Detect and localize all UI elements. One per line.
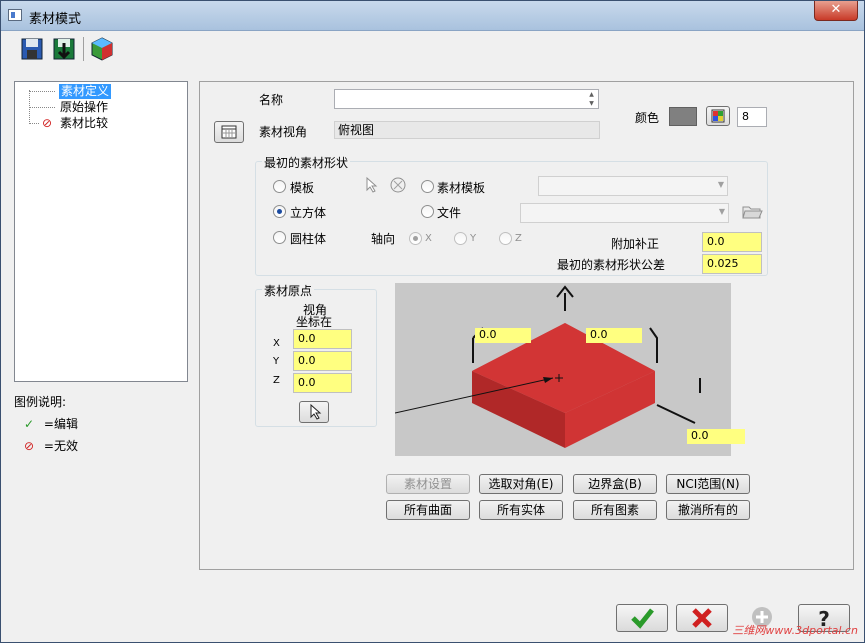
select-corners-button[interactable]: 选取对角(E) [479,474,563,494]
stock-setup-window: 素材模式 ✕ 素材定义 原始操作 ⊘ 素材比较 图例说明: ✓ =编辑 ⊘ =无… [0,0,865,643]
radio-axis-x[interactable] [409,232,422,245]
stock-setup-button[interactable]: 素材设置 [386,474,470,494]
extra-offset-field[interactable]: 0.0 [702,232,762,252]
window-icon [8,9,22,21]
palette-icon [711,109,725,123]
all-entities-button[interactable]: 所有图素 [573,500,657,520]
preview-field-y[interactable]: 0.0 [586,328,642,343]
calendar-grid-icon [221,125,237,139]
name-spinner[interactable]: ▲ ▼ [585,90,598,108]
tree-line [29,107,55,108]
name-field[interactable] [334,89,599,109]
unselect-all-button[interactable]: 撤消所有的 [666,500,750,520]
toolbar-separator [83,37,84,61]
origin-x-field[interactable]: 0.0 [293,329,352,349]
pointer-icon [310,403,322,420]
stock-preview[interactable]: 0.0 0.0 0.0 [394,283,745,456]
pick-origin-button[interactable] [299,401,329,423]
stock-preview-graphic [394,285,701,448]
bounding-box-button[interactable]: 边界盒(B) [573,474,657,494]
ok-icon [631,608,654,629]
solid-select-icon[interactable] [389,176,407,194]
color-number-field[interactable]: 8 [737,107,767,127]
invalid-icon: ⊘ [24,439,35,453]
invalid-icon: ⊘ [42,116,53,130]
all-surfaces-button[interactable]: 所有曲面 [386,500,470,520]
window-title: 素材模式 [29,12,82,27]
legend: 图例说明: ✓ =编辑 ⊘ =无效 [14,393,78,454]
radio-axis-y[interactable] [454,232,467,245]
origin-y-label: Y [273,356,280,367]
axis-label: 轴向 [371,232,396,246]
view-label: 素材视角 [259,125,308,139]
tolerance-label: 最初的素材形状公差 [557,258,666,272]
axis-x-label: X [425,233,432,244]
ok-button[interactable] [616,604,668,632]
radio-stock-template[interactable] [421,180,434,193]
radio-template[interactable] [273,180,286,193]
radio-file[interactable] [421,205,434,218]
radio-cylinder[interactable] [273,231,286,244]
radio-block[interactable] [273,205,286,218]
preview-field-x[interactable]: 0.0 [475,328,531,343]
load-icon[interactable] [51,35,77,63]
watermark: 三维网www.3dportal.cn [732,624,858,637]
origin-z-field[interactable]: 0.0 [293,373,352,393]
initial-shape-title: 最初的素材形状 [262,154,351,171]
tree-item-stock-definition[interactable]: 素材定义 [57,83,113,100]
view-select-button[interactable] [214,121,244,143]
origin-z-label: Z [273,375,280,386]
stock-shape-icon[interactable] [89,35,115,63]
tree-item-stock-compare[interactable]: 素材比较 [60,116,108,131]
view-value: 俯视图 [334,121,600,139]
pointer-icon[interactable] [364,176,378,194]
stock-tree: 素材定义 原始操作 ⊘ 素材比较 [14,81,188,382]
cylinder-label: 圆柱体 [290,232,327,246]
radio-axis-z[interactable] [499,232,512,245]
save-icon[interactable] [19,35,45,63]
origin-coords-label: 坐标在 [296,315,333,329]
stock-origin-title: 素材原点 [262,282,315,299]
file-combo[interactable] [520,203,729,223]
block-label: 立方体 [290,206,327,220]
folder-open-icon[interactable] [741,203,763,221]
origin-x-label: X [273,338,280,349]
tree-line [29,91,55,92]
tree-item-original-operations[interactable]: 原始操作 [60,100,108,115]
axis-z-label: Z [515,233,522,244]
stock-template-label: 素材模板 [437,181,486,195]
color-picker-button[interactable] [706,106,730,126]
stock-template-combo[interactable] [538,176,728,196]
tree-line [29,123,39,124]
legend-title: 图例说明: [14,395,67,409]
template-label: 模板 [290,181,315,195]
legend-edit-label: =编辑 [43,417,78,431]
legend-invalid-label: =无效 [43,439,78,453]
nci-extents-button[interactable]: NCI范围(N) [666,474,750,494]
color-label: 颜色 [635,111,660,125]
all-solids-button[interactable]: 所有实体 [479,500,563,520]
cancel-icon [692,608,712,628]
extra-offset-label: 附加补正 [611,237,660,251]
preview-field-z[interactable]: 0.0 [687,429,745,444]
title-bar[interactable]: 素材模式 ✕ [1,1,864,31]
close-button[interactable]: ✕ [814,1,858,21]
tolerance-field[interactable]: 0.025 [702,254,762,274]
check-icon: ✓ [24,417,35,431]
file-label: 文件 [437,206,462,220]
color-swatch[interactable] [669,107,697,126]
origin-y-field[interactable]: 0.0 [293,351,352,371]
axis-y-label: Y [470,233,477,244]
cancel-button[interactable] [676,604,728,632]
name-label: 名称 [259,93,284,107]
